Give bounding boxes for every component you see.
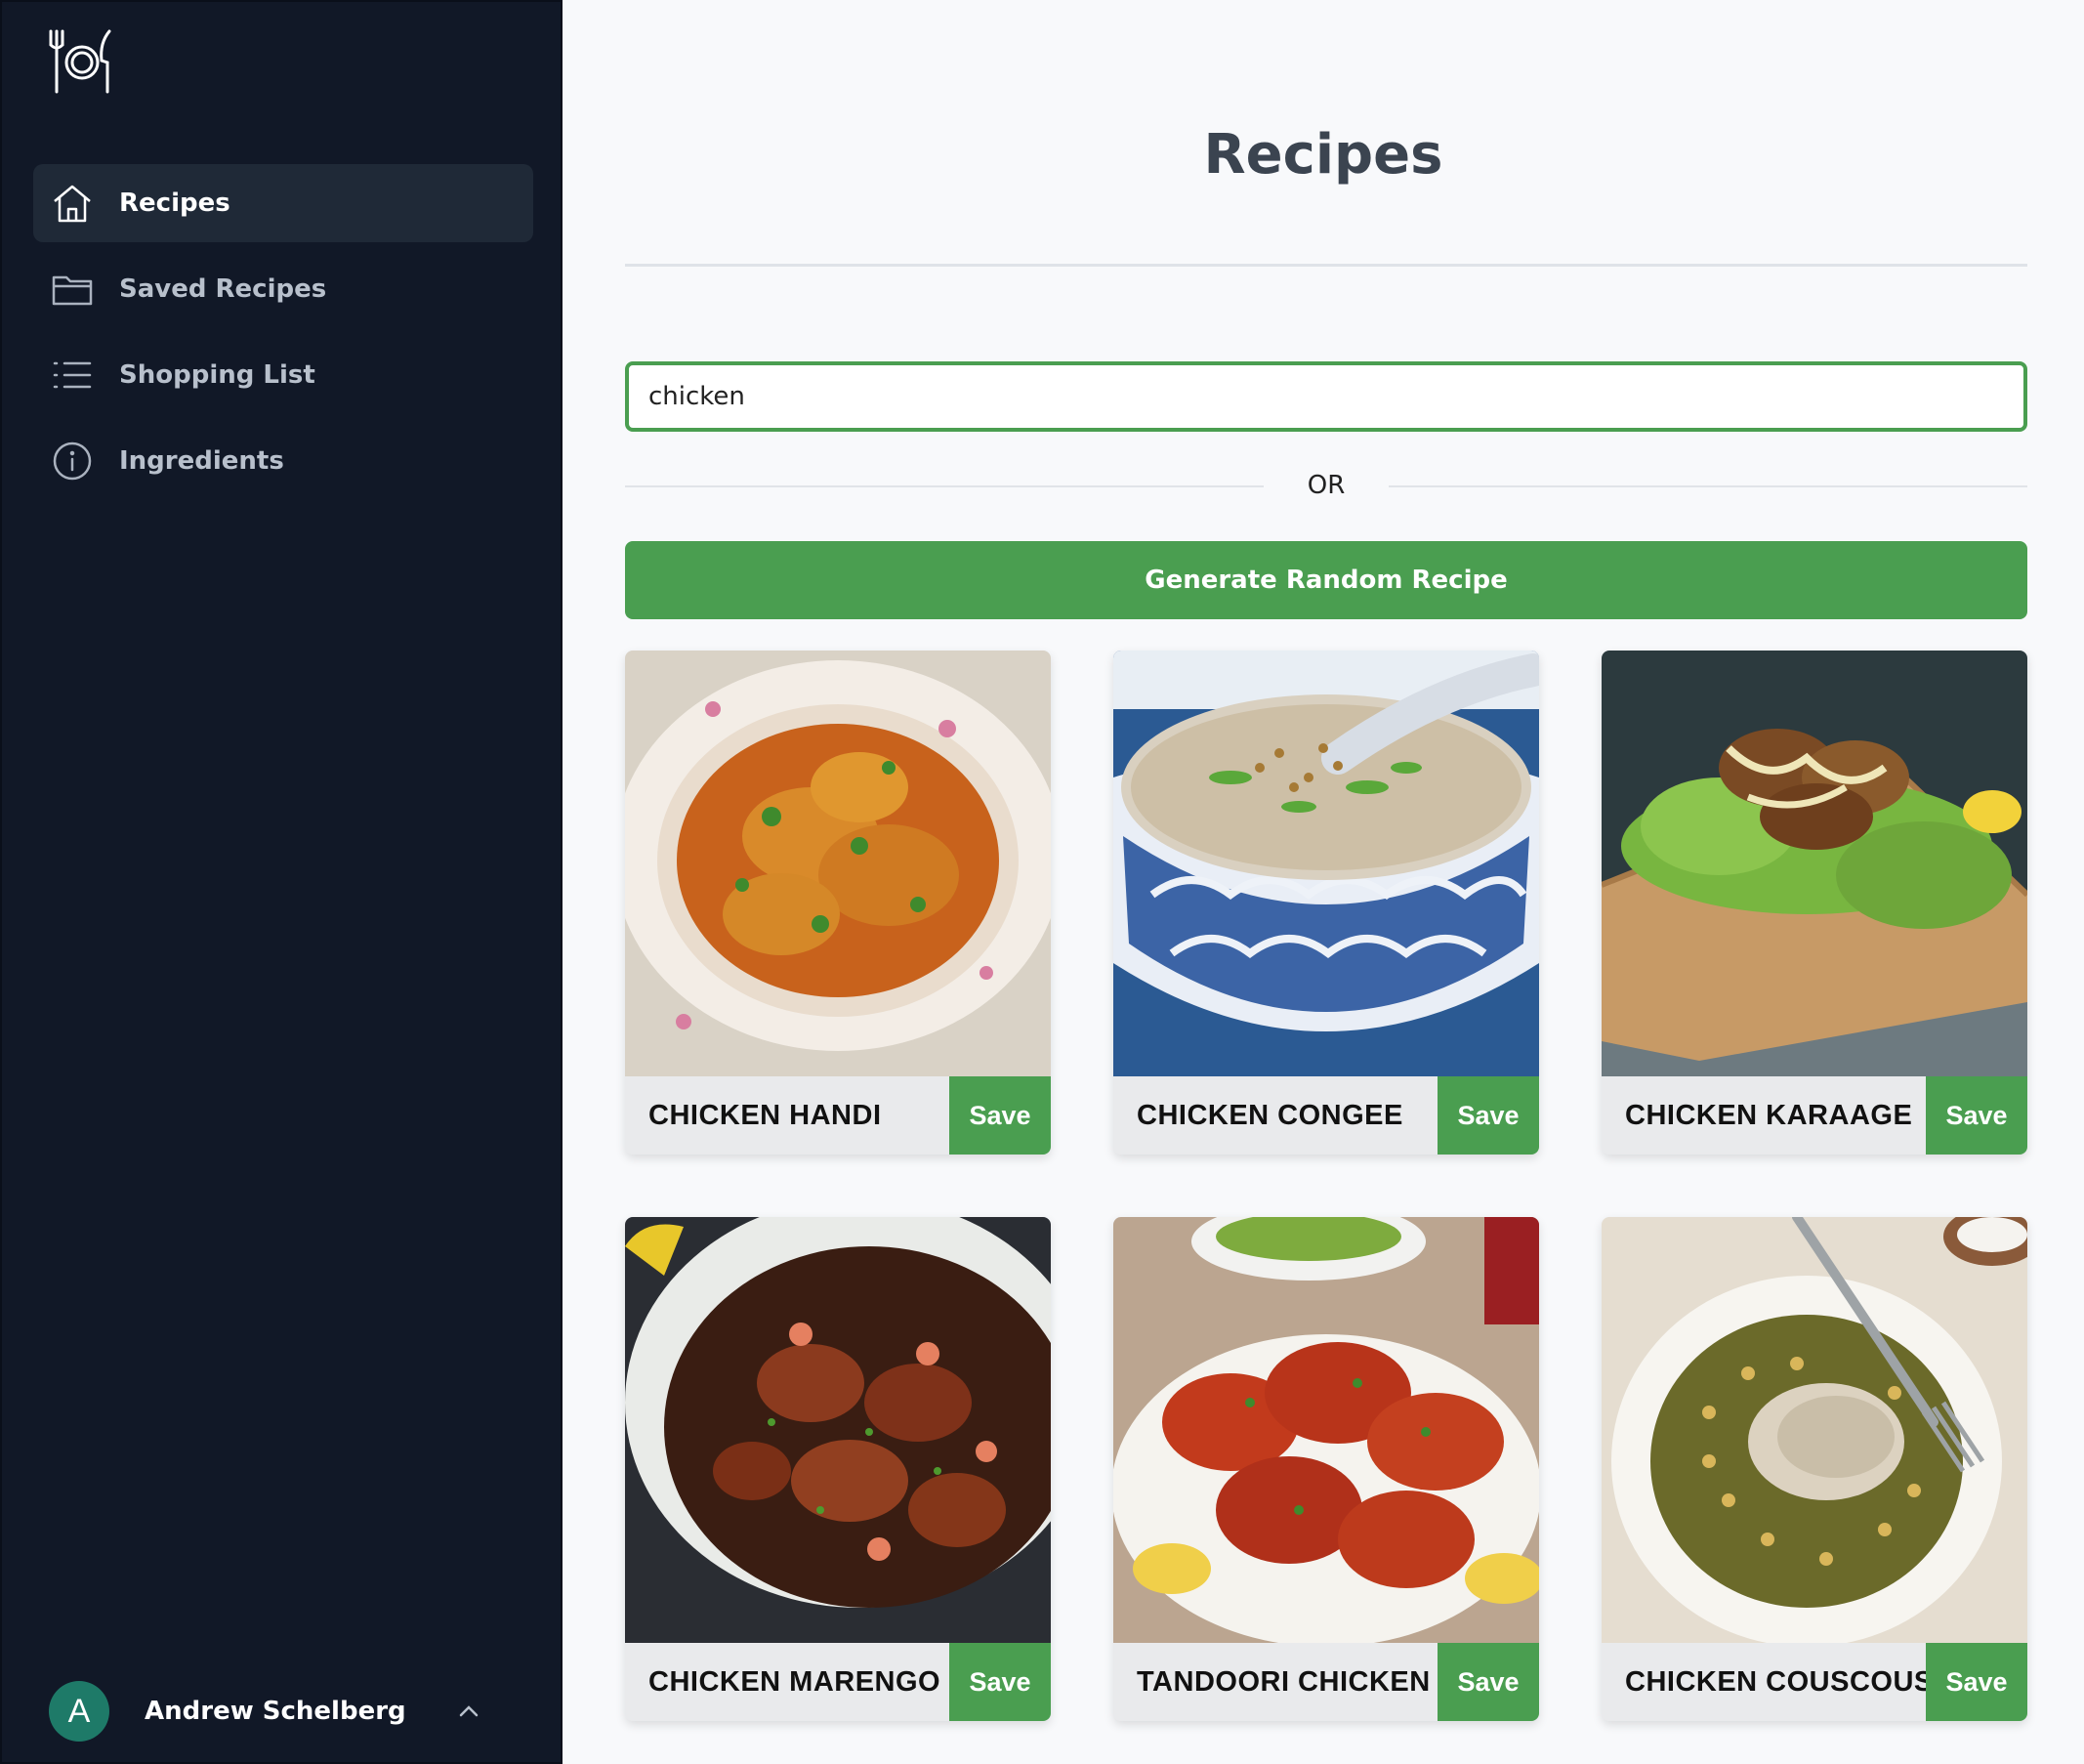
sidebar-item-label: Saved Recipes (119, 274, 327, 304)
recipe-card-footer: CHICKEN KARAAGE Save (1602, 1076, 2027, 1155)
recipe-image[interactable] (1602, 651, 2027, 1076)
save-button[interactable]: Save (949, 1643, 1051, 1721)
recipe-card[interactable]: CHICKEN COUSCOUS Save (1602, 1217, 2027, 1721)
recipe-card-footer: CHICKEN MARENGO Save (625, 1643, 1051, 1721)
info-icon (51, 440, 94, 483)
recipe-card[interactable]: CHICKEN KARAAGE Save (1602, 651, 2027, 1155)
sidebar-item-recipes[interactable]: Recipes (33, 164, 533, 242)
recipe-title: CHICKEN COUSCOUS (1625, 1666, 1934, 1698)
recipe-title: TANDOORI CHICKEN (1137, 1666, 1431, 1698)
recipe-image[interactable] (1113, 651, 1539, 1076)
generate-random-recipe-button[interactable]: Generate Random Recipe (625, 541, 2027, 619)
sidebar-item-label: Recipes (119, 189, 230, 218)
recipe-title: CHICKEN KARAAGE (1625, 1100, 1913, 1131)
main-content: Recipes OR Generate Random Recipe (563, 0, 2084, 1764)
save-button[interactable]: Save (949, 1076, 1051, 1155)
sidebar-item-shopping-list[interactable]: Shopping List (33, 336, 533, 414)
recipe-card-footer: CHICKEN COUSCOUS Save (1602, 1643, 2027, 1721)
recipe-image[interactable] (1113, 1217, 1539, 1643)
recipe-card-footer: CHICKEN HANDI Save (625, 1076, 1051, 1155)
user-name: Andrew Schelberg (145, 1697, 406, 1726)
sidebar-item-ingredients[interactable]: Ingredients (33, 422, 533, 500)
avatar[interactable]: A (49, 1681, 109, 1742)
save-button[interactable]: Save (1926, 1076, 2027, 1155)
recipe-image[interactable] (625, 651, 1051, 1076)
chevron-up-icon[interactable] (455, 1698, 482, 1725)
search-input[interactable] (625, 361, 2027, 432)
divider-line (1389, 485, 2027, 487)
recipe-title: CHICKEN CONGEE (1137, 1100, 1403, 1131)
recipe-card[interactable]: TANDOORI CHICKEN Save (1113, 1217, 1539, 1721)
recipe-image[interactable] (1602, 1217, 2027, 1643)
save-button[interactable]: Save (1438, 1076, 1539, 1155)
plate-fork-knife-icon[interactable] (45, 27, 115, 98)
sidebar-item-label: Ingredients (119, 446, 284, 476)
sidebar: Recipes Saved Recipes Shopping List Ingr… (0, 0, 563, 1764)
recipe-card[interactable]: CHICKEN CONGEE Save (1113, 651, 1539, 1155)
page-title: Recipes (1203, 123, 1443, 187)
sidebar-item-saved-recipes[interactable]: Saved Recipes (33, 250, 533, 328)
recipe-title: CHICKEN HANDI (648, 1100, 882, 1131)
recipe-card[interactable]: CHICKEN HANDI Save (625, 651, 1051, 1155)
recipe-card-footer: CHICKEN CONGEE Save (1113, 1076, 1539, 1155)
recipe-image[interactable] (625, 1217, 1051, 1643)
home-icon (51, 182, 94, 225)
list-icon (51, 354, 94, 397)
or-divider: OR (625, 467, 2027, 506)
recipe-title: CHICKEN MARENGO (648, 1666, 941, 1698)
sidebar-nav: Recipes Saved Recipes Shopping List Ingr… (33, 164, 533, 508)
folder-icon (51, 268, 94, 311)
user-menu[interactable]: A Andrew Schelberg (49, 1680, 518, 1743)
save-button[interactable]: Save (1438, 1643, 1539, 1721)
save-button[interactable]: Save (1926, 1643, 2027, 1721)
title-divider (625, 264, 2027, 267)
sidebar-item-label: Shopping List (119, 360, 315, 390)
recipe-card[interactable]: CHICKEN MARENGO Save (625, 1217, 1051, 1721)
recipe-card-footer: TANDOORI CHICKEN Save (1113, 1643, 1539, 1721)
